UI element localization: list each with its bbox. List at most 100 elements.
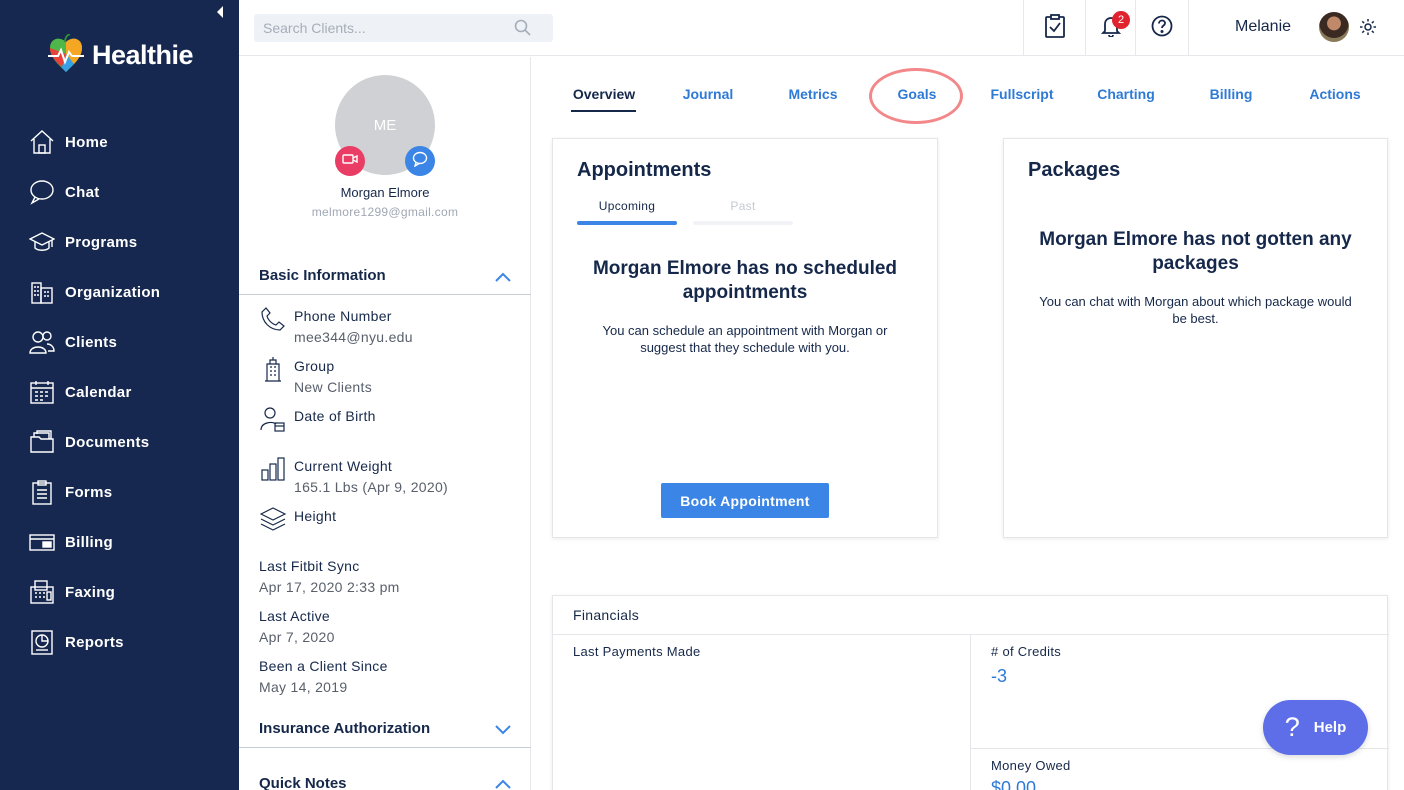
subtab-past[interactable]: Past [693, 199, 793, 213]
financials-card: Financials Last Payments Made # of Credi… [552, 595, 1389, 790]
book-appointment-button[interactable]: Book Appointment [661, 483, 829, 518]
info-fitbit-sync: Last Fitbit Sync Apr 17, 2020 2:33 pm [259, 556, 400, 598]
search-box [254, 14, 553, 42]
tab-actions[interactable]: Actions [1309, 86, 1360, 102]
appointments-card: Appointments Upcoming Past Morgan Elmore… [552, 138, 938, 538]
sidebar-item-label: Clients [65, 333, 118, 351]
layers-icon [259, 506, 287, 534]
client-panel: ME Morgan Elmore melmore1299@gmail.com B… [239, 57, 531, 790]
tasks-button[interactable] [1023, 0, 1085, 56]
sidebar-item-chat[interactable]: Chat [0, 167, 239, 217]
quick-notes-header[interactable]: Quick Notes [239, 764, 531, 790]
packages-card: Packages Morgan Elmore has not gotten an… [1003, 138, 1388, 538]
info-group: Group New Clients [259, 356, 372, 398]
tab-overview[interactable]: Overview [573, 86, 635, 102]
chevron-down-icon[interactable] [495, 722, 511, 739]
subtab-past-indicator [693, 221, 793, 225]
notifications-button[interactable]: 2 [1085, 0, 1135, 56]
tab-journal[interactable]: Journal [683, 86, 734, 102]
field-label: Last Fitbit Sync [259, 558, 360, 574]
sidebar-item-programs[interactable]: Programs [0, 217, 239, 267]
documents-icon [28, 428, 56, 456]
info-weight: Current Weight 165.1 Lbs (Apr 9, 2020) [259, 456, 448, 498]
logo-text: Healthie [92, 39, 194, 70]
tab-billing[interactable]: Billing [1210, 86, 1253, 102]
client-email: melmore1299@gmail.com [311, 205, 459, 219]
user-name[interactable]: Melanie [1235, 18, 1291, 36]
help-center-button[interactable] [1135, 0, 1189, 56]
field-label: Group [294, 358, 335, 374]
video-call-button[interactable] [335, 146, 365, 176]
sidebar-item-calendar[interactable]: Calendar [0, 367, 239, 417]
chat-bubble-icon [412, 151, 428, 172]
field-label: Phone Number [294, 308, 392, 324]
billing-icon [28, 528, 56, 556]
healthie-logo[interactable]: Healthie [46, 34, 194, 76]
search-input[interactable] [254, 14, 504, 42]
field-label: Been a Client Since [259, 658, 388, 674]
tab-charting[interactable]: Charting [1097, 86, 1155, 102]
sidebar: Healthie Home Chat Programs Organization… [0, 0, 239, 790]
sidebar-item-reports[interactable]: Reports [0, 617, 239, 667]
sidebar-item-forms[interactable]: Forms [0, 467, 239, 517]
programs-icon [28, 228, 56, 256]
tab-metrics[interactable]: Metrics [788, 86, 837, 102]
clipboard-check-icon [1044, 13, 1066, 43]
chevron-up-icon[interactable] [495, 269, 511, 286]
sidebar-item-billing[interactable]: Billing [0, 517, 239, 567]
tab-goals[interactable]: Goals [898, 86, 937, 102]
section-title: Insurance Authorization [259, 720, 431, 737]
card-title: Financials [573, 607, 640, 623]
sidebar-item-faxing[interactable]: Faxing [0, 567, 239, 617]
insurance-authorization-header[interactable]: Insurance Authorization [239, 710, 531, 748]
subtab-upcoming-indicator [577, 221, 677, 225]
gear-icon[interactable] [1359, 18, 1377, 41]
question-mark-icon: ? [1284, 712, 1300, 742]
sidebar-item-organization[interactable]: Organization [0, 267, 239, 317]
info-dob: Date of Birth [259, 406, 376, 434]
credits-label: # of Credits [991, 644, 1062, 659]
sidebar-item-clients[interactable]: Clients [0, 317, 239, 367]
divider [970, 634, 971, 790]
collapse-sidebar-icon[interactable] [216, 5, 226, 18]
empty-state-title: Morgan Elmore has no scheduled appointme… [592, 258, 898, 303]
forms-icon [28, 478, 56, 506]
subtab-upcoming[interactable]: Upcoming [577, 199, 677, 213]
phone-icon [259, 306, 287, 334]
section-title: Quick Notes [259, 774, 347, 790]
info-client-since: Been a Client Since May 14, 2019 [259, 656, 388, 698]
search-icon[interactable] [514, 19, 531, 41]
basic-information-header[interactable]: Basic Information [239, 257, 531, 295]
sidebar-item-documents[interactable]: Documents [0, 417, 239, 467]
help-label: Help [1313, 719, 1347, 736]
tab-fullscript[interactable]: Fullscript [990, 86, 1053, 102]
money-owed-value: $0.00 [991, 778, 1037, 790]
info-last-active: Last Active Apr 7, 2020 [259, 606, 335, 648]
building-icon [259, 356, 287, 384]
empty-state-text: You can schedule an appointment with Mor… [602, 323, 888, 355]
sidebar-item-label: Chat [65, 183, 100, 201]
healthie-logo-icon [48, 34, 84, 72]
chat-client-button[interactable] [405, 146, 435, 176]
field-value: New Clients [294, 379, 372, 395]
sidebar-item-label: Programs [65, 233, 138, 251]
field-value: May 14, 2019 [259, 679, 348, 695]
sidebar-item-label: Billing [65, 533, 113, 551]
field-label: Last Active [259, 608, 331, 624]
reports-icon [28, 628, 56, 656]
active-tab-indicator [571, 110, 636, 112]
chevron-up-icon[interactable] [495, 776, 511, 790]
person-calendar-icon [259, 406, 287, 434]
money-owed-label: Money Owed [991, 758, 1071, 773]
field-value: 165.1 Lbs (Apr 9, 2020) [294, 479, 448, 495]
sidebar-item-home[interactable]: Home [0, 117, 239, 167]
card-title: Appointments [577, 159, 712, 181]
user-avatar[interactable] [1319, 12, 1349, 42]
field-value: Apr 7, 2020 [259, 629, 335, 645]
help-widget-button[interactable]: ? Help [1263, 700, 1368, 755]
empty-state-title: Morgan Elmore has not gotten any package… [1039, 229, 1352, 274]
video-camera-icon [342, 152, 358, 170]
credits-value: -3 [991, 666, 1008, 686]
organization-icon [28, 278, 56, 306]
sidebar-item-label: Calendar [65, 383, 132, 401]
